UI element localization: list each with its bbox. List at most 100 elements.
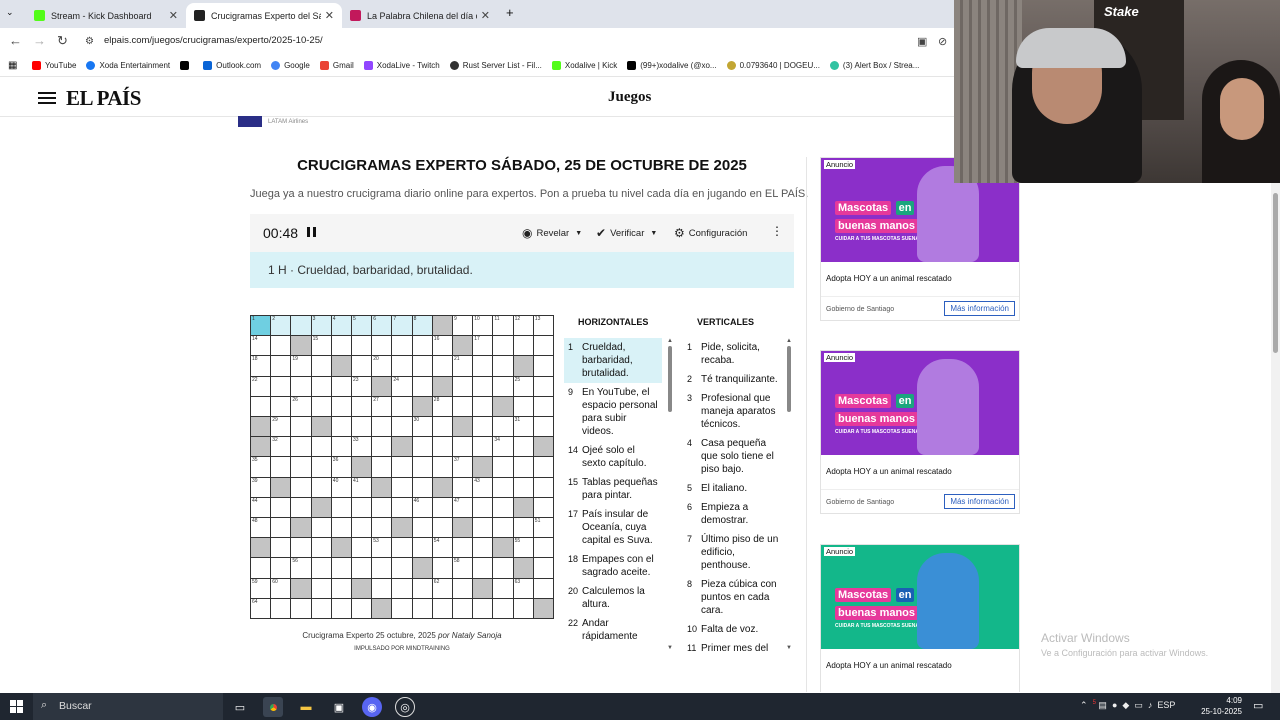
bookmark-xoda-entertainment[interactable]: Xoda Entertainment bbox=[86, 61, 170, 70]
grid-cell[interactable] bbox=[432, 417, 452, 437]
grid-cell[interactable] bbox=[412, 356, 432, 376]
grid-cell[interactable]: 8 bbox=[412, 316, 432, 336]
grid-cell[interactable] bbox=[352, 518, 372, 538]
grid-cell[interactable] bbox=[311, 437, 331, 457]
tab-palabra-chilena[interactable]: La Palabra Chilena del día cu ✕ bbox=[342, 3, 498, 28]
grid-cell[interactable] bbox=[432, 598, 452, 618]
grid-cell[interactable]: 30 bbox=[412, 417, 432, 437]
verify-button[interactable]: ✔ Verificar ▼ bbox=[596, 226, 657, 240]
tab-list-chevron-icon[interactable]: ⌄ bbox=[6, 7, 14, 18]
grid-cell[interactable] bbox=[432, 457, 452, 477]
grid-cell[interactable] bbox=[271, 518, 291, 538]
grid-cell[interactable] bbox=[473, 356, 493, 376]
more-info-button[interactable]: Más información bbox=[944, 301, 1015, 316]
grid-cell[interactable] bbox=[493, 457, 513, 477]
grid-cell[interactable]: 9 bbox=[453, 316, 473, 336]
grid-cell[interactable]: 44 bbox=[251, 497, 271, 517]
grid-cell[interactable]: 16 bbox=[432, 336, 452, 356]
grid-cell[interactable]: 5 bbox=[352, 316, 372, 336]
grid-cell[interactable] bbox=[473, 417, 493, 437]
bookmark-alert-box[interactable]: (3) Alert Box / Strea... bbox=[829, 61, 919, 70]
clue-item[interactable]: 7 Último piso de un edificio, penthouse. bbox=[683, 530, 783, 575]
grid-cell[interactable]: 18 bbox=[251, 356, 271, 376]
grid-cell[interactable] bbox=[372, 518, 392, 538]
clue-item[interactable]: 6 Empieza a demostrar. bbox=[683, 498, 783, 530]
grid-cell[interactable] bbox=[533, 578, 553, 598]
grid-cell[interactable] bbox=[533, 538, 553, 558]
store-icon[interactable]: ▣ bbox=[329, 697, 349, 717]
task-view-icon[interactable]: ▭ bbox=[230, 697, 250, 717]
grid-cell[interactable] bbox=[533, 457, 553, 477]
grid-cell[interactable] bbox=[533, 396, 553, 416]
grid-cell[interactable] bbox=[392, 578, 412, 598]
grid-cell[interactable]: 48 bbox=[251, 518, 271, 538]
close-icon[interactable]: ✕ bbox=[169, 9, 178, 22]
grid-cell[interactable] bbox=[473, 396, 493, 416]
grid-cell[interactable] bbox=[311, 578, 331, 598]
eye-off-icon[interactable]: ⊘ bbox=[938, 35, 947, 48]
grid-cell[interactable] bbox=[432, 437, 452, 457]
grid-cell[interactable]: 54 bbox=[432, 538, 452, 558]
grid-cell[interactable]: 47 bbox=[453, 497, 473, 517]
grid-cell[interactable]: 12 bbox=[513, 316, 533, 336]
pause-icon[interactable] bbox=[307, 227, 316, 237]
grid-cell[interactable] bbox=[412, 477, 432, 497]
clue-item[interactable]: 14 Ojeé solo el sexto capítulo. bbox=[564, 441, 662, 473]
grid-cell[interactable] bbox=[311, 457, 331, 477]
clue-item[interactable]: 11 Primer mes del bbox=[683, 639, 783, 654]
grid-cell[interactable]: 13 bbox=[533, 316, 553, 336]
grid-cell[interactable]: 55 bbox=[513, 538, 533, 558]
grid-cell[interactable] bbox=[513, 598, 533, 618]
back-icon[interactable]: ← bbox=[9, 33, 22, 48]
new-tab-button[interactable]: + bbox=[506, 5, 514, 20]
grid-cell[interactable]: 20 bbox=[372, 356, 392, 376]
clock[interactable]: 4:09 25-10-2025 bbox=[1200, 695, 1242, 717]
grid-cell[interactable] bbox=[372, 558, 392, 578]
grid-cell[interactable]: 22 bbox=[251, 376, 271, 396]
grid-cell[interactable] bbox=[291, 538, 311, 558]
grid-cell[interactable] bbox=[331, 417, 351, 437]
bookmark-tiktok[interactable]: (99+)xodalive (@xo... bbox=[627, 61, 717, 70]
scroll-up-icon[interactable]: ▲ bbox=[786, 338, 792, 344]
grid-cell[interactable] bbox=[291, 477, 311, 497]
grid-cell[interactable] bbox=[533, 376, 553, 396]
grid-cell[interactable] bbox=[473, 497, 493, 517]
bookmark-twitch[interactable]: XodaLive - Twitch bbox=[363, 61, 440, 70]
grid-cell[interactable] bbox=[311, 356, 331, 376]
obs-icon[interactable]: ◎ bbox=[395, 697, 415, 717]
clue-item[interactable]: 5 El italiano. bbox=[683, 479, 783, 498]
clue-item[interactable]: 1 Crueldad, barbaridad, brutalidad. bbox=[564, 338, 662, 383]
close-icon[interactable]: ✕ bbox=[325, 9, 334, 22]
grid-cell[interactable] bbox=[412, 457, 432, 477]
grid-cell[interactable] bbox=[331, 518, 351, 538]
grid-cell[interactable]: 51 bbox=[533, 518, 553, 538]
grid-cell[interactable]: 27 bbox=[372, 396, 392, 416]
grid-cell[interactable] bbox=[392, 417, 412, 437]
grid-cell[interactable] bbox=[493, 417, 513, 437]
horizontal-clue-list[interactable]: 1 Crueldad, barbaridad, brutalidad. 9 En Yo… bbox=[564, 338, 662, 654]
shield-icon[interactable]: ◆ bbox=[1122, 700, 1129, 710]
discord-icon[interactable]: ◉ bbox=[362, 697, 382, 717]
grid-cell[interactable] bbox=[533, 417, 553, 437]
grid-cell[interactable] bbox=[392, 356, 412, 376]
menu-icon[interactable] bbox=[38, 92, 56, 104]
grid-cell[interactable]: 60 bbox=[271, 578, 291, 598]
grid-cell[interactable] bbox=[392, 497, 412, 517]
grid-cell[interactable] bbox=[533, 477, 553, 497]
grid-cell[interactable] bbox=[473, 376, 493, 396]
grid-cell[interactable]: 19 bbox=[291, 356, 311, 376]
language-indicator[interactable]: ESP bbox=[1157, 700, 1175, 710]
grid-cell[interactable] bbox=[271, 497, 291, 517]
grid-cell[interactable]: 6 bbox=[372, 316, 392, 336]
grid-cell[interactable]: 43 bbox=[473, 477, 493, 497]
grid-cell[interactable] bbox=[432, 518, 452, 538]
scrollbar-thumb[interactable] bbox=[1273, 193, 1278, 353]
grid-cell[interactable]: 17 bbox=[473, 336, 493, 356]
bookmark-x[interactable] bbox=[180, 61, 193, 70]
site-info-icon[interactable]: ⚙ bbox=[85, 36, 94, 47]
grid-cell[interactable]: 64 bbox=[251, 598, 271, 618]
grid-cell[interactable] bbox=[352, 417, 372, 437]
grid-cell[interactable] bbox=[412, 336, 432, 356]
grid-cell[interactable] bbox=[473, 558, 493, 578]
grid-cell[interactable] bbox=[493, 558, 513, 578]
